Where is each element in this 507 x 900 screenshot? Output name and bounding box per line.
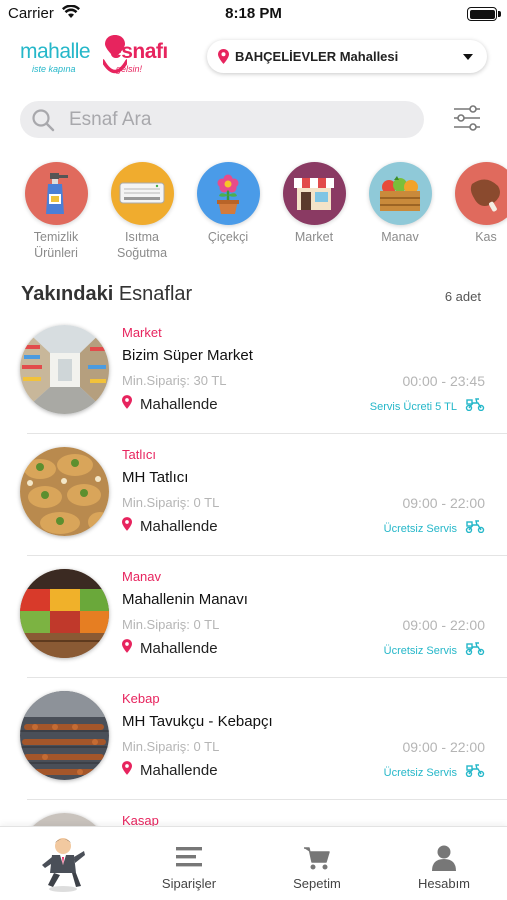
cleaning-spray-icon — [24, 162, 88, 225]
location-pin-icon — [122, 517, 132, 536]
location-text: Mahallende — [140, 518, 218, 535]
section-title: Yakındaki Esnaflar — [21, 283, 193, 305]
clock: 8:18 PM — [225, 5, 282, 22]
scooter-icon — [465, 519, 485, 538]
delivery-info: Servis Ücreti 5 TL — [370, 397, 485, 416]
shop-name: Bizim Süper Market — [122, 347, 253, 364]
tab-label: Sepetim — [293, 876, 341, 891]
category-butcher[interactable]: Kas — [443, 160, 507, 245]
air-conditioner-icon — [110, 162, 174, 225]
opening-hours: 00:00 - 23:45 — [402, 373, 485, 389]
shop-category: Manav — [122, 569, 162, 584]
location-text: Mahallende — [140, 762, 218, 779]
shop-count: 6 adet — [444, 289, 481, 304]
delivery-fee: Ücretsiz Servis — [383, 522, 457, 535]
shop-photo — [20, 325, 109, 414]
shop-name: MH Tavukçu - Kebapçı — [122, 713, 273, 730]
location-text: Mahallende — [140, 396, 218, 413]
list-icon — [126, 845, 252, 869]
logo-tagline-2: gelsin! — [116, 64, 143, 74]
delivery-info: Ücretsiz Servis — [384, 641, 485, 660]
min-order: Min.Sipariş: 0 TL — [122, 739, 220, 754]
opening-hours: 09:00 - 22:00 — [402, 739, 485, 755]
shop-name: Mahallenin Manavı — [122, 591, 248, 608]
scooter-icon — [465, 641, 485, 660]
category-label: Çiçekçi — [207, 230, 249, 244]
category-heating-cooling[interactable]: Isıtma Soğutma — [99, 160, 185, 260]
delivery-info: Ücretsiz Servis — [384, 763, 485, 782]
shop-photo — [20, 447, 109, 536]
shop-category: Tatlıcı — [122, 447, 156, 462]
category-strip[interactable]: Temizlik Ürünleri Isıtma Soğutma Çiçekçi M… — [0, 160, 507, 260]
category-label: Isıtma Soğutma — [116, 230, 168, 260]
category-label: Kas — [475, 230, 497, 244]
tab-orders[interactable]: Siparişler — [126, 827, 252, 900]
location-label: BAHÇELİEVLER Mahallesi — [235, 49, 399, 64]
tab-cart[interactable]: Sepetim — [254, 827, 380, 900]
category-florist[interactable]: Çiçekçi — [185, 160, 271, 245]
location-pin-icon — [218, 49, 229, 64]
tab-home[interactable] — [0, 827, 126, 900]
logo-pin-icon — [101, 34, 129, 83]
location-pin-icon — [122, 395, 132, 414]
location-pin-icon — [122, 639, 132, 658]
opening-hours: 09:00 - 22:00 — [402, 495, 485, 511]
delivery-fee: Ücretsiz Servis — [383, 644, 457, 657]
vegetable-crate-icon — [368, 162, 432, 225]
shop-card[interactable]: Tatlıcı MH Tatlıcı Min.Sipariş: 0 TL 09:… — [0, 434, 507, 556]
category-label: Temizlik Ürünleri — [33, 230, 79, 260]
delivery-info: Ücretsiz Servis — [384, 519, 485, 538]
category-market[interactable]: Market — [271, 160, 357, 245]
shop-location: Mahallende — [122, 395, 218, 414]
location-selector[interactable]: BAHÇELİEVLER Mahallesi — [207, 40, 487, 73]
logo-word-1: mahalle — [20, 40, 91, 63]
delivery-fee: Servis Ücreti 5 TL — [369, 400, 457, 413]
category-label: Manav — [381, 230, 419, 244]
shop-location: Mahallende — [122, 639, 218, 658]
tab-label: Siparişler — [161, 876, 217, 891]
app-logo: mahalle esnafı iste kapına gelsin! — [20, 34, 180, 84]
filter-button[interactable] — [449, 102, 485, 138]
shop-photo — [20, 569, 109, 658]
shop-name: MH Tatlıcı — [122, 469, 189, 486]
opening-hours: 09:00 - 22:00 — [402, 617, 485, 633]
scooter-icon — [465, 397, 485, 416]
tab-bar: Siparişler Sepetim Hesabım — [0, 826, 507, 900]
search-icon — [31, 108, 55, 132]
flower-pot-icon — [196, 162, 260, 225]
search-bar[interactable] — [20, 101, 424, 138]
delivery-fee: Ücretsiz Servis — [383, 766, 457, 779]
status-bar: Carrier 8:18 PM — [0, 0, 507, 28]
meat-icon — [454, 162, 507, 225]
shop-location: Mahallende — [122, 517, 218, 536]
min-order: Min.Sipariş: 0 TL — [122, 617, 220, 632]
shop-card[interactable]: Manav Mahallenin Manavı Min.Sipariş: 0 T… — [0, 556, 507, 678]
category-cleaning[interactable]: Temizlik Ürünleri — [13, 160, 99, 260]
shop-card[interactable]: Kebap MH Tavukçu - Kebapçı Min.Sipariş: … — [0, 678, 507, 800]
user-icon — [381, 845, 507, 871]
battery-icon — [467, 7, 501, 21]
tab-account[interactable]: Hesabım — [381, 827, 507, 900]
shop-card[interactable]: Market Bizim Süper Market Min.Sipariş: 3… — [0, 312, 507, 434]
logo-tagline-1: iste kapına — [32, 64, 76, 74]
category-label: Market — [294, 230, 334, 244]
cart-icon — [254, 845, 380, 871]
shop-location: Mahallende — [122, 761, 218, 780]
location-pin-icon — [122, 761, 132, 780]
scooter-icon — [465, 763, 485, 782]
shop-category: Market — [122, 325, 162, 340]
sliders-icon — [451, 102, 483, 139]
storefront-icon — [282, 162, 346, 225]
mascot-icon — [38, 835, 88, 898]
shop-photo — [20, 691, 109, 780]
min-order: Min.Sipariş: 0 TL — [122, 495, 220, 510]
location-text: Mahallende — [140, 640, 218, 657]
chevron-down-icon — [463, 53, 473, 60]
shop-category: Kebap — [122, 691, 160, 706]
search-input[interactable] — [69, 108, 389, 131]
tab-label: Hesabım — [417, 876, 471, 891]
category-greengrocer[interactable]: Manav — [357, 160, 443, 245]
min-order: Min.Sipariş: 30 TL — [122, 373, 227, 388]
